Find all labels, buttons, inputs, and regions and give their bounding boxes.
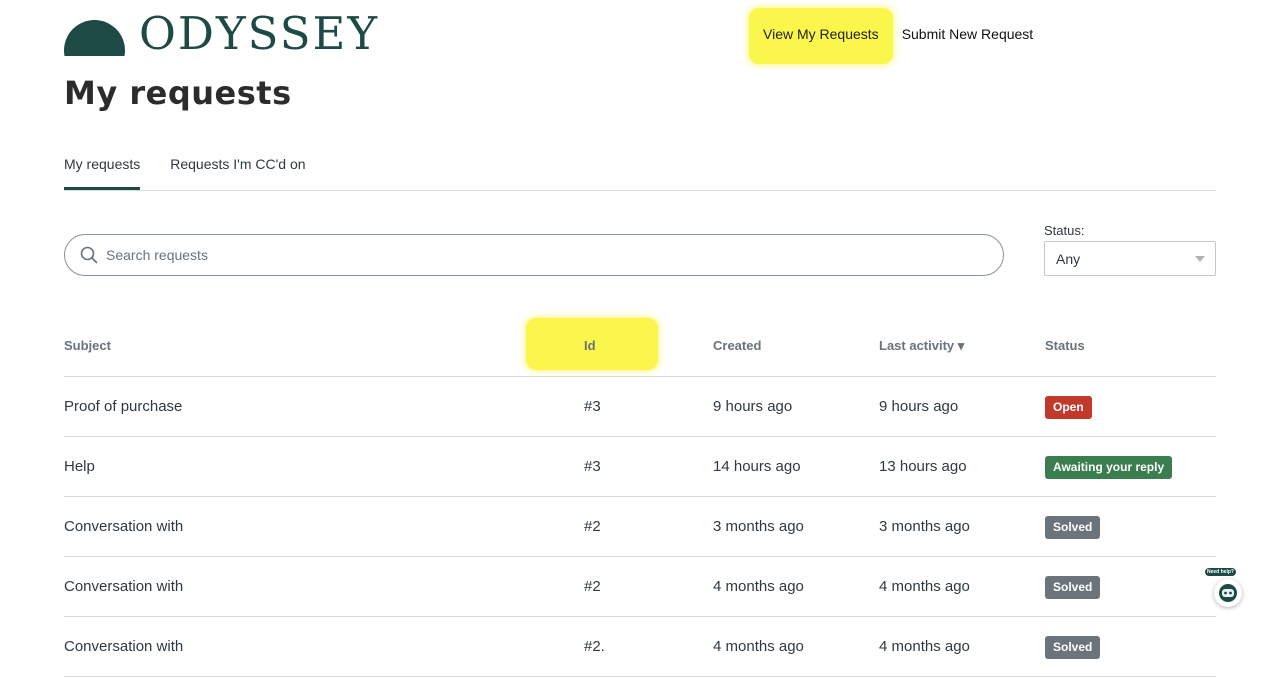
request-last-activity: 4 months ago xyxy=(879,578,970,595)
status-badge: Awaiting your reply xyxy=(1045,456,1173,479)
logo-mark-icon xyxy=(64,16,125,56)
request-id: #2 xyxy=(584,518,601,535)
header-id: Id xyxy=(584,338,596,353)
help-widget-label: Need help? xyxy=(1205,568,1236,576)
request-id: #3 xyxy=(584,398,601,415)
table-row: Conversation with #2. 4 months ago 4 mon… xyxy=(64,617,1216,677)
request-id: #2 xyxy=(584,578,601,595)
brand-name: ODYSSEY xyxy=(139,7,380,60)
request-subject-link[interactable]: Conversation with xyxy=(64,578,183,595)
chevron-down-icon xyxy=(1195,256,1205,262)
table-header: Subject Id Created Last activity ▾ Statu… xyxy=(64,316,1216,377)
search-box[interactable] xyxy=(64,234,1004,276)
request-subject-link[interactable]: Conversation with xyxy=(64,518,183,535)
submit-new-request-link[interactable]: Submit New Request xyxy=(902,8,1034,64)
help-widget[interactable]: Need help? xyxy=(1205,568,1253,608)
search-input[interactable] xyxy=(106,247,966,263)
header-status: Status xyxy=(1045,338,1085,353)
status-badge: Solved xyxy=(1045,636,1101,659)
header-last-activity-sort[interactable]: Last activity ▾ xyxy=(879,338,964,354)
request-subject-link[interactable]: Proof of purchase xyxy=(64,398,182,415)
status-filter-label: Status: xyxy=(1044,223,1085,238)
page-title: My requests xyxy=(64,74,292,112)
view-my-requests-link[interactable]: View My Requests xyxy=(749,8,893,64)
request-last-activity: 4 months ago xyxy=(879,638,970,655)
table-row: Help #3 14 hours ago 13 hours ago Awaiti… xyxy=(64,437,1216,497)
table-row: Conversation with #2 4 months ago 4 mont… xyxy=(64,557,1216,617)
request-created: 9 hours ago xyxy=(713,398,793,415)
header-subject: Subject xyxy=(64,338,111,353)
request-tabs: My requests Requests I'm CC'd on xyxy=(64,150,1216,191)
search-icon xyxy=(80,246,98,264)
request-created: 14 hours ago xyxy=(713,458,801,475)
brand-logo[interactable]: ODYSSEY xyxy=(64,7,380,60)
request-id: #3 xyxy=(584,458,601,475)
request-id: #2. xyxy=(584,638,605,655)
site-header: ODYSSEY View My Requests Submit New Requ… xyxy=(0,0,1267,70)
status-filter-value: Any xyxy=(1056,250,1081,267)
request-last-activity: 13 hours ago xyxy=(879,458,967,475)
tab-my-requests[interactable]: My requests xyxy=(64,150,141,190)
request-created: 4 months ago xyxy=(713,578,804,595)
status-badge: Open xyxy=(1045,396,1092,419)
requests-table: Subject Id Created Last activity ▾ Statu… xyxy=(64,316,1216,677)
request-subject-link[interactable]: Conversation with xyxy=(64,638,183,655)
header-created: Created xyxy=(713,338,762,353)
table-row: Conversation with #2 3 months ago 3 mont… xyxy=(64,497,1216,557)
request-created: 4 months ago xyxy=(713,638,804,655)
chat-bot-icon[interactable] xyxy=(1214,579,1242,607)
top-nav: View My Requests Submit New Request xyxy=(749,8,1033,64)
tab-cc-requests[interactable]: Requests I'm CC'd on xyxy=(170,150,305,190)
request-subject-link[interactable]: Help xyxy=(64,458,95,475)
table-row: Proof of purchase #3 9 hours ago 9 hours… xyxy=(64,377,1216,437)
status-badge: Solved xyxy=(1045,516,1101,539)
request-last-activity: 9 hours ago xyxy=(879,398,959,415)
status-filter-select[interactable]: Any xyxy=(1044,241,1216,276)
status-badge: Solved xyxy=(1045,576,1101,599)
request-created: 3 months ago xyxy=(713,518,804,535)
request-last-activity: 3 months ago xyxy=(879,518,970,535)
